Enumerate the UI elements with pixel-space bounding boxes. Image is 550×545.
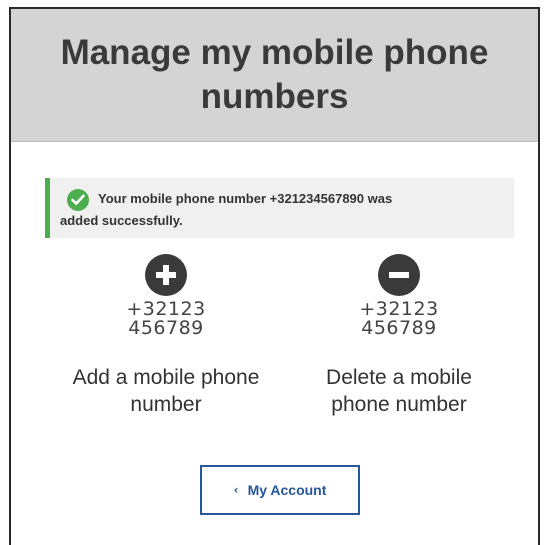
add-number-illustration: +32123 456789 xyxy=(126,298,206,339)
chevron-left-icon: ‹ xyxy=(233,483,239,497)
page-frame: Manage my mobile phone numbers Your mobi… xyxy=(9,7,540,545)
add-mobile-number-label: Add a mobile phone number xyxy=(72,366,260,416)
delete-number-illustration: +32123 456789 xyxy=(359,298,439,339)
alert-message-line-2: added successfully. xyxy=(60,213,183,228)
page-title: Manage my mobile phone numbers xyxy=(60,33,489,116)
delete-mobile-number-label: Delete a mobile phone number xyxy=(326,366,472,416)
alert-message-line-1: Your mobile phone number +321234567890 w… xyxy=(98,191,393,206)
add-mobile-number-action[interactable]: +32123 456789 Add a mobile phone number xyxy=(46,254,286,418)
success-alert: Your mobile phone number +321234567890 w… xyxy=(45,178,514,238)
my-account-button[interactable]: ‹ My Account xyxy=(200,465,360,515)
page-header: Manage my mobile phone numbers xyxy=(11,9,538,142)
plus-circle-icon xyxy=(145,254,187,296)
check-circle-icon xyxy=(67,189,89,211)
my-account-label: My Account xyxy=(247,482,327,498)
delete-mobile-number-action[interactable]: +32123 456789 Delete a mobile phone numb… xyxy=(279,254,519,418)
minus-circle-icon xyxy=(378,254,420,296)
